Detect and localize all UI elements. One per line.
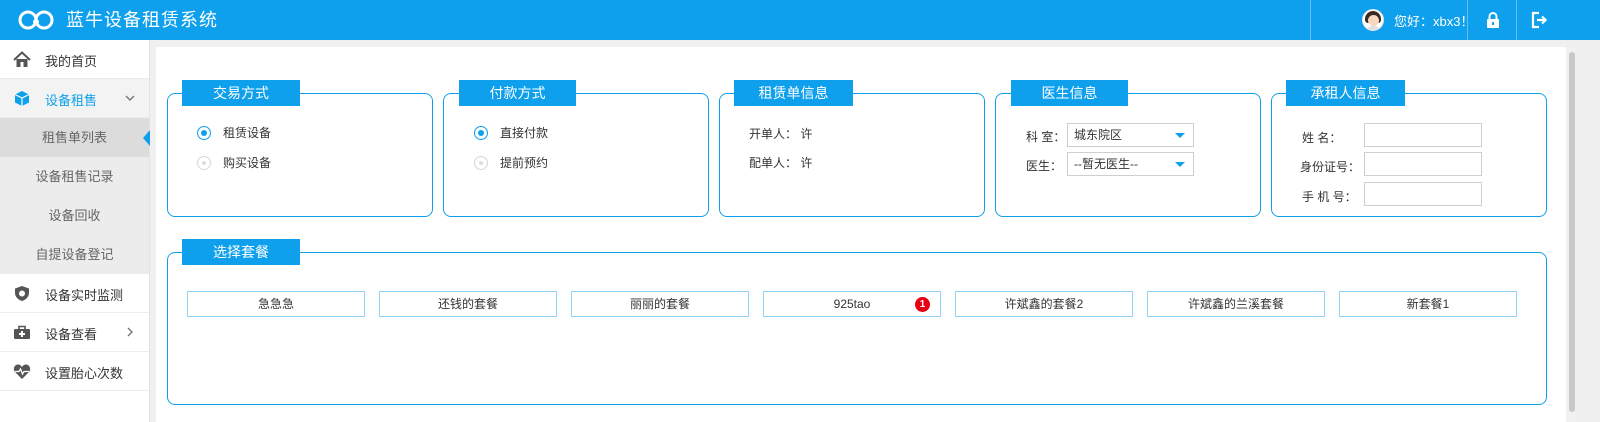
package-label: 许斌鑫的套餐2 — [1004, 297, 1084, 311]
chevron-down-icon — [1175, 162, 1185, 167]
sidebar-item-home[interactable]: 我的首页 — [0, 40, 149, 79]
user-greeting: 您好：xbx3！ — [1394, 13, 1474, 29]
chevron-down-icon — [1175, 133, 1185, 138]
package-button[interactable]: 925tao 1 — [763, 291, 941, 317]
radio-label: 租赁设备 — [223, 126, 272, 140]
header-divider — [1516, 0, 1517, 40]
doctor-value: --暂无医生-- — [1074, 157, 1138, 171]
sidebar-item-device-view[interactable]: 设备查看 — [0, 313, 149, 352]
sidebar-item-label: 我的首页 — [45, 54, 98, 69]
package-label: 新套餐1 — [1406, 297, 1450, 311]
opener-value: 许 — [800, 127, 813, 141]
sidebar-item-label: 设置胎心次数 — [45, 366, 124, 381]
sidebar-item-monitor[interactable]: 设备实时监测 — [0, 274, 149, 313]
renter-title: 承租人信息 — [1286, 80, 1405, 106]
logo-icon — [18, 10, 54, 30]
id-number-label: 身份证号： — [1300, 160, 1361, 174]
home-icon — [13, 51, 31, 67]
radio-button[interactable] — [474, 125, 488, 140]
sidebar-item-label: 设备租售 — [45, 93, 98, 108]
sidebar-subitem-pickup-register[interactable]: 自提设备登记 — [0, 235, 149, 274]
package-button[interactable]: 丽丽的套餐 — [571, 291, 749, 317]
app-title: 蓝牛设备租赁系统 — [66, 10, 218, 30]
radio-buy-device[interactable]: 购买设备 — [197, 154, 271, 171]
user-menu[interactable]: 您好：xbx3！ — [1362, 9, 1473, 31]
name-input[interactable] — [1364, 123, 1482, 147]
id-number-input[interactable] — [1364, 152, 1482, 176]
heartbeat-icon — [13, 364, 31, 379]
department-label: 科 室： — [1026, 130, 1066, 144]
sidebar-subitem-order-list[interactable]: 租售单列表 — [0, 118, 150, 157]
radio-label: 购买设备 — [223, 156, 272, 170]
sidebar-subitem-rental-records[interactable]: 设备租售记录 — [0, 157, 149, 196]
avatar — [1362, 9, 1384, 31]
dispatcher-label: 配单人： — [749, 156, 798, 170]
chevron-right-icon — [127, 327, 133, 337]
logout-icon[interactable] — [1530, 11, 1548, 29]
vertical-scrollbar[interactable] — [1567, 48, 1577, 422]
order-info-title: 租赁单信息 — [734, 80, 853, 106]
package-label: 925tao — [833, 297, 871, 311]
sidebar: 我的首页 设备租售 租售单列表 设备租售记录 设备回收 自提设备登记 设备实时监… — [0, 40, 150, 422]
header-divider — [1467, 0, 1468, 40]
package-label: 许斌鑫的兰溪套餐 — [1187, 297, 1284, 311]
opener-row: 开单人： 许 — [749, 125, 812, 142]
radio-direct-pay[interactable]: 直接付款 — [474, 124, 548, 141]
sidebar-item-label: 设备实时监测 — [45, 288, 124, 303]
header-divider — [1310, 0, 1311, 40]
name-label: 姓 名： — [1302, 131, 1342, 145]
radio-prebook[interactable]: 提前预约 — [474, 154, 548, 171]
department-select[interactable]: 城东院区 — [1067, 123, 1194, 147]
package-button[interactable]: 新套餐1 — [1339, 291, 1517, 317]
radio-rent-device[interactable]: 租赁设备 — [197, 124, 271, 141]
radio-label: 直接付款 — [500, 126, 549, 140]
cube-icon — [14, 91, 30, 106]
package-button[interactable]: 许斌鑫的兰溪套餐 — [1147, 291, 1325, 317]
sidebar-item-label: 设备查看 — [45, 327, 98, 342]
payment-title: 付款方式 — [459, 80, 576, 106]
package-label: 急急急 — [257, 297, 294, 311]
top-header: 蓝牛设备租赁系统 您好：xbx3！ — [0, 0, 1600, 40]
lock-icon[interactable] — [1484, 11, 1502, 29]
packages-title: 选择套餐 — [182, 239, 300, 265]
radio-button[interactable] — [197, 125, 211, 140]
opener-label: 开单人： — [749, 127, 798, 141]
doctor-label: 医生： — [1026, 159, 1063, 173]
department-value: 城东院区 — [1074, 128, 1123, 142]
dispatcher-row: 配单人： 许 — [749, 154, 812, 171]
phone-label: 手 机 号： — [1302, 190, 1357, 204]
sidebar-item-fetal-heart[interactable]: 设置胎心次数 — [0, 352, 149, 391]
doctor-select[interactable]: --暂无医生-- — [1067, 152, 1194, 176]
phone-input[interactable] — [1364, 182, 1482, 206]
package-button[interactable]: 急急急 — [187, 291, 365, 317]
package-label: 还钱的套餐 — [437, 297, 498, 311]
package-count-badge: 1 — [915, 297, 930, 312]
doctor-title: 医生信息 — [1011, 80, 1128, 106]
scrollbar-thumb[interactable] — [1569, 52, 1575, 412]
dispatcher-value: 许 — [800, 156, 813, 170]
sidebar-subitem-recycle[interactable]: 设备回收 — [0, 196, 149, 235]
package-button[interactable]: 还钱的套餐 — [379, 291, 557, 317]
radio-button[interactable] — [474, 155, 488, 170]
package-button[interactable]: 许斌鑫的套餐2 — [955, 291, 1133, 317]
package-label: 丽丽的套餐 — [629, 297, 690, 311]
packages-panel — [167, 252, 1547, 405]
trade-mode-title: 交易方式 — [182, 80, 300, 106]
sidebar-item-rental[interactable]: 设备租售 — [0, 79, 149, 118]
shield-icon — [15, 286, 29, 301]
radio-label: 提前预约 — [500, 156, 549, 170]
toolbox-icon — [14, 325, 30, 339]
chevron-down-icon — [125, 95, 135, 101]
radio-button[interactable] — [197, 155, 211, 170]
